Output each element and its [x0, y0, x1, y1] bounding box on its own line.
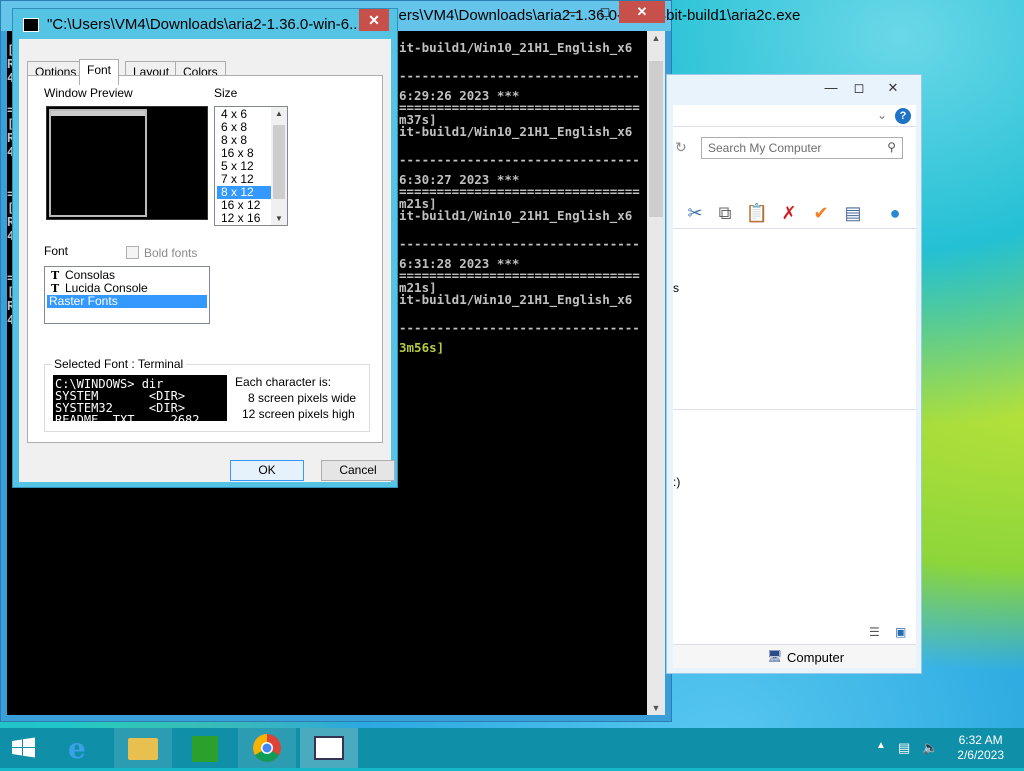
dialog-titlebar[interactable]: "C:\Users\VM4\Downloads\aria2-1.36.0-win…: [13, 9, 397, 39]
scrollbar-thumb[interactable]: [649, 61, 663, 217]
side-text: :): [673, 475, 681, 489]
font-tab-panel: Window Preview Size 4 x 6 6 x 8 8 x 8 16…: [27, 75, 383, 443]
console-line: --------------------------------: [399, 320, 640, 335]
font-label: Font: [44, 244, 69, 258]
computer-icon: 🖥: [767, 649, 783, 663]
dialog-close-button[interactable]: ✕: [359, 9, 389, 31]
console-app-icon: [23, 18, 39, 32]
char-height-text: 12 screen pixels high: [242, 407, 355, 421]
properties-dialog[interactable]: "C:\Users\VM4\Downloads\aria2-1.36.0-win…: [12, 8, 398, 488]
dialog-client: Options Font Layout Colors Window Previe…: [19, 39, 395, 482]
help-icon[interactable]: ?: [895, 108, 911, 124]
bold-fonts-label: Bold fonts: [144, 246, 198, 260]
size-listbox[interactable]: 4 x 6 6 x 8 8 x 8 16 x 8 5 x 12 7 x 12 8…: [214, 106, 288, 226]
properties-icon[interactable]: ▤: [841, 201, 865, 225]
minimize-button[interactable]: —: [559, 1, 587, 23]
globe-icon[interactable]: ●: [883, 201, 907, 225]
close-button[interactable]: ✕: [873, 77, 913, 99]
font-item-label: Consolas: [65, 268, 116, 282]
taskbar-file-explorer[interactable]: [114, 728, 172, 768]
show-hidden-icons-icon[interactable]: ▲: [876, 740, 886, 751]
explorer-toolbar: ✂ ⧉ 📋 ✗ ✔ ▤ ●: [673, 197, 916, 229]
tab-font[interactable]: Font: [79, 59, 120, 85]
internet-explorer-icon: e: [68, 732, 86, 765]
font-item-selected[interactable]: Raster Fonts: [47, 295, 207, 308]
maximize-button[interactable]: ◻: [845, 77, 873, 99]
console-scrollbar[interactable]: ▲ ▼: [647, 31, 665, 715]
cut-icon[interactable]: ✂: [683, 201, 707, 225]
font-sample-preview: C:\WINDOWS> dir SYSTEM <DIR> SYSTEM32 <D…: [53, 375, 227, 421]
search-icon[interactable]: ⚲: [887, 140, 896, 154]
taskbar-chrome[interactable]: [238, 728, 296, 768]
char-width-text: 8 screen pixels wide: [248, 391, 357, 405]
scrollbar-thumb[interactable]: [273, 125, 285, 199]
delete-icon[interactable]: ✗: [777, 201, 801, 225]
search-placeholder: Search My Computer: [708, 141, 822, 155]
console-line: it-build1/Win10_21H1_English_x6: [399, 124, 633, 139]
console-line: it-build1/Win10_21H1_English_x6: [399, 292, 633, 307]
copy-icon[interactable]: ⧉: [713, 201, 737, 225]
close-button[interactable]: ✕: [619, 1, 665, 23]
taskbar-store[interactable]: [176, 728, 234, 768]
size-label: Size: [214, 86, 238, 100]
console-status-line: 3m56s]: [399, 340, 445, 355]
taskbar: e ▲ ▤ 🔈 6:32 AM 2/6/2023: [0, 728, 1024, 768]
paste-icon[interactable]: 📋: [745, 201, 769, 225]
console-window-icon: [314, 736, 344, 760]
minimize-button[interactable]: —: [817, 77, 845, 99]
selected-font-caption: Selected Font : Terminal: [51, 357, 187, 371]
console-line: --------------------------------: [399, 236, 640, 251]
truetype-icon: T: [51, 269, 60, 282]
dialog-title: "C:\Users\VM4\Downloads\aria2-1.36.0-win…: [47, 16, 362, 33]
chevron-down-icon[interactable]: ⌄: [877, 108, 887, 122]
maximize-button[interactable]: ◻: [591, 1, 619, 23]
large-icons-view-icon[interactable]: ▣: [895, 625, 906, 639]
store-icon: [192, 736, 218, 762]
bold-fonts-checkbox[interactable]: [126, 246, 139, 259]
windows-logo-icon: [12, 737, 35, 758]
clock-date: 2/6/2023: [957, 748, 1004, 762]
scroll-up-icon[interactable]: ▲: [271, 109, 287, 118]
clock-time: 6:32 AM: [958, 733, 1003, 747]
taskbar-internet-explorer[interactable]: e: [54, 728, 112, 768]
refresh-icon[interactable]: ↻: [675, 139, 687, 156]
desktop: C:\Users\VM4\Downloads\aria2-1.36.0-win-…: [0, 0, 1024, 728]
checkmark-icon[interactable]: ✔: [809, 201, 833, 225]
scroll-up-icon[interactable]: ▲: [647, 33, 665, 43]
folder-icon: [128, 738, 158, 760]
status-location: Computer: [787, 650, 845, 665]
scroll-down-icon[interactable]: ▼: [271, 214, 287, 223]
ok-button[interactable]: OK: [230, 460, 304, 481]
explorer-ribbon: ⌄ ?: [673, 105, 916, 127]
explorer-titlebar[interactable]: — ◻ ✕: [667, 75, 921, 105]
console-line: --------------------------------: [399, 68, 640, 83]
preview-window: [49, 109, 147, 217]
details-view-icon[interactable]: ☰: [869, 625, 880, 639]
explorer-window[interactable]: — ◻ ✕ ⌄ ? Search My Computer ⚲ ↻ ✂ ⧉ 📋 ✗…: [666, 74, 922, 674]
search-input[interactable]: Search My Computer ⚲: [701, 137, 903, 159]
explorer-content[interactable]: ⌄ ? Search My Computer ⚲ ↻ ✂ ⧉ 📋 ✗ ✔ ▤ ●…: [673, 105, 916, 668]
taskbar-console[interactable]: [300, 728, 358, 768]
window-preview: [46, 106, 208, 220]
window-preview-label: Window Preview: [44, 86, 133, 100]
clock[interactable]: 6:32 AM 2/6/2023: [957, 733, 1004, 763]
scroll-down-icon[interactable]: ▼: [647, 703, 665, 713]
start-button[interactable]: [0, 728, 48, 768]
console-line: it-build1/Win10_21H1_English_x6: [399, 208, 633, 223]
font-item-label: Lucida Console: [65, 281, 148, 295]
divider: [673, 409, 916, 410]
explorer-statusbar: 🖥 Computer: [673, 644, 916, 668]
console-line: it-build1/Win10_21H1_English_x6: [399, 40, 633, 55]
font-listbox[interactable]: T Consolas T Lucida Console Raster Fonts: [44, 266, 210, 324]
volume-icon[interactable]: 🔈: [922, 740, 938, 756]
network-icon[interactable]: ▤: [898, 740, 910, 756]
char-info-title: Each character is:: [235, 375, 332, 389]
chrome-icon: [253, 734, 281, 762]
size-item[interactable]: 12 x 16: [217, 212, 271, 225]
console-line: --------------------------------: [399, 152, 640, 167]
selected-font-group: Selected Font : Terminal C:\WINDOWS> dir…: [44, 357, 370, 432]
side-text: s: [673, 281, 679, 295]
size-list-scrollbar[interactable]: ▲ ▼: [271, 107, 287, 225]
cancel-button[interactable]: Cancel: [321, 460, 395, 481]
